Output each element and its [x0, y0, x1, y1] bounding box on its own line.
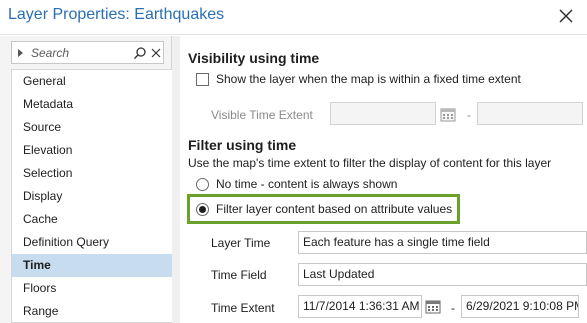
close-icon[interactable] — [557, 7, 575, 25]
time-field-label: Time Field — [211, 268, 267, 282]
sidebar: Search General Metadata Source Elevation… — [0, 36, 172, 323]
sidebar-item-elevation[interactable]: Elevation — [12, 139, 172, 162]
visible-extent-start-field[interactable] — [330, 102, 436, 125]
sidebar-item-general[interactable]: General — [12, 70, 172, 93]
time-properties-panel: Visibility using time Show the layer whe… — [181, 36, 587, 323]
filter-heading: Filter using time — [188, 137, 297, 153]
search-input[interactable]: Search — [11, 41, 164, 64]
sidebar-item-time[interactable]: Time — [12, 254, 172, 277]
search-icon[interactable] — [133, 46, 147, 60]
sidebar-item-floors[interactable]: Floors — [12, 277, 172, 300]
sidebar-item-source[interactable]: Source — [12, 116, 172, 139]
sidebar-scrollbar[interactable] — [172, 36, 180, 323]
filter-attribute-radio[interactable] — [196, 203, 209, 216]
sidebar-item-cache[interactable]: Cache — [12, 208, 172, 231]
sidebar-item-range[interactable]: Range — [12, 300, 172, 323]
sidebar-item-metadata[interactable]: Metadata — [12, 93, 172, 116]
fixed-extent-checkbox[interactable] — [196, 73, 209, 86]
visibility-heading: Visibility using time — [188, 50, 320, 66]
search-dropdown-caret-icon[interactable] — [18, 49, 23, 57]
time-extent-label: Time Extent — [211, 301, 275, 315]
time-extent-separator: - — [451, 301, 455, 315]
time-field-select[interactable]: Last Updated — [298, 263, 587, 286]
fixed-extent-label: Show the layer when the map is within a … — [216, 72, 521, 86]
filter-description: Use the map's time extent to filter the … — [188, 156, 552, 170]
calendar-icon[interactable] — [425, 298, 441, 314]
layer-time-select[interactable]: Each feature has a single time field — [298, 231, 587, 254]
title-bar: Layer Properties: Earthquakes — [0, 0, 587, 35]
sidebar-nav: General Metadata Source Elevation Select… — [11, 69, 172, 323]
search-placeholder: Search — [31, 46, 70, 60]
clear-icon[interactable] — [150, 45, 162, 59]
visible-extent-separator: - — [467, 108, 471, 122]
visible-extent-label: Visible Time Extent — [211, 108, 313, 122]
layer-time-label: Layer Time — [211, 236, 271, 250]
visible-extent-end-field[interactable] — [477, 102, 583, 125]
sidebar-item-selection[interactable]: Selection — [12, 162, 172, 185]
no-time-label: No time - content is always shown — [216, 177, 398, 191]
filter-attribute-label: Filter layer content based on attribute … — [216, 202, 453, 216]
sidebar-item-display[interactable]: Display — [12, 185, 172, 208]
calendar-icon[interactable] — [440, 106, 456, 122]
time-extent-end-field[interactable]: 6/29/2021 9:10:08 PM — [461, 295, 579, 318]
time-extent-start-field[interactable]: 11/7/2014 1:36:31 AM — [298, 295, 422, 318]
no-time-radio[interactable] — [196, 178, 209, 191]
window-title: Layer Properties: Earthquakes — [8, 6, 225, 23]
sidebar-item-definition-query[interactable]: Definition Query — [12, 231, 172, 254]
